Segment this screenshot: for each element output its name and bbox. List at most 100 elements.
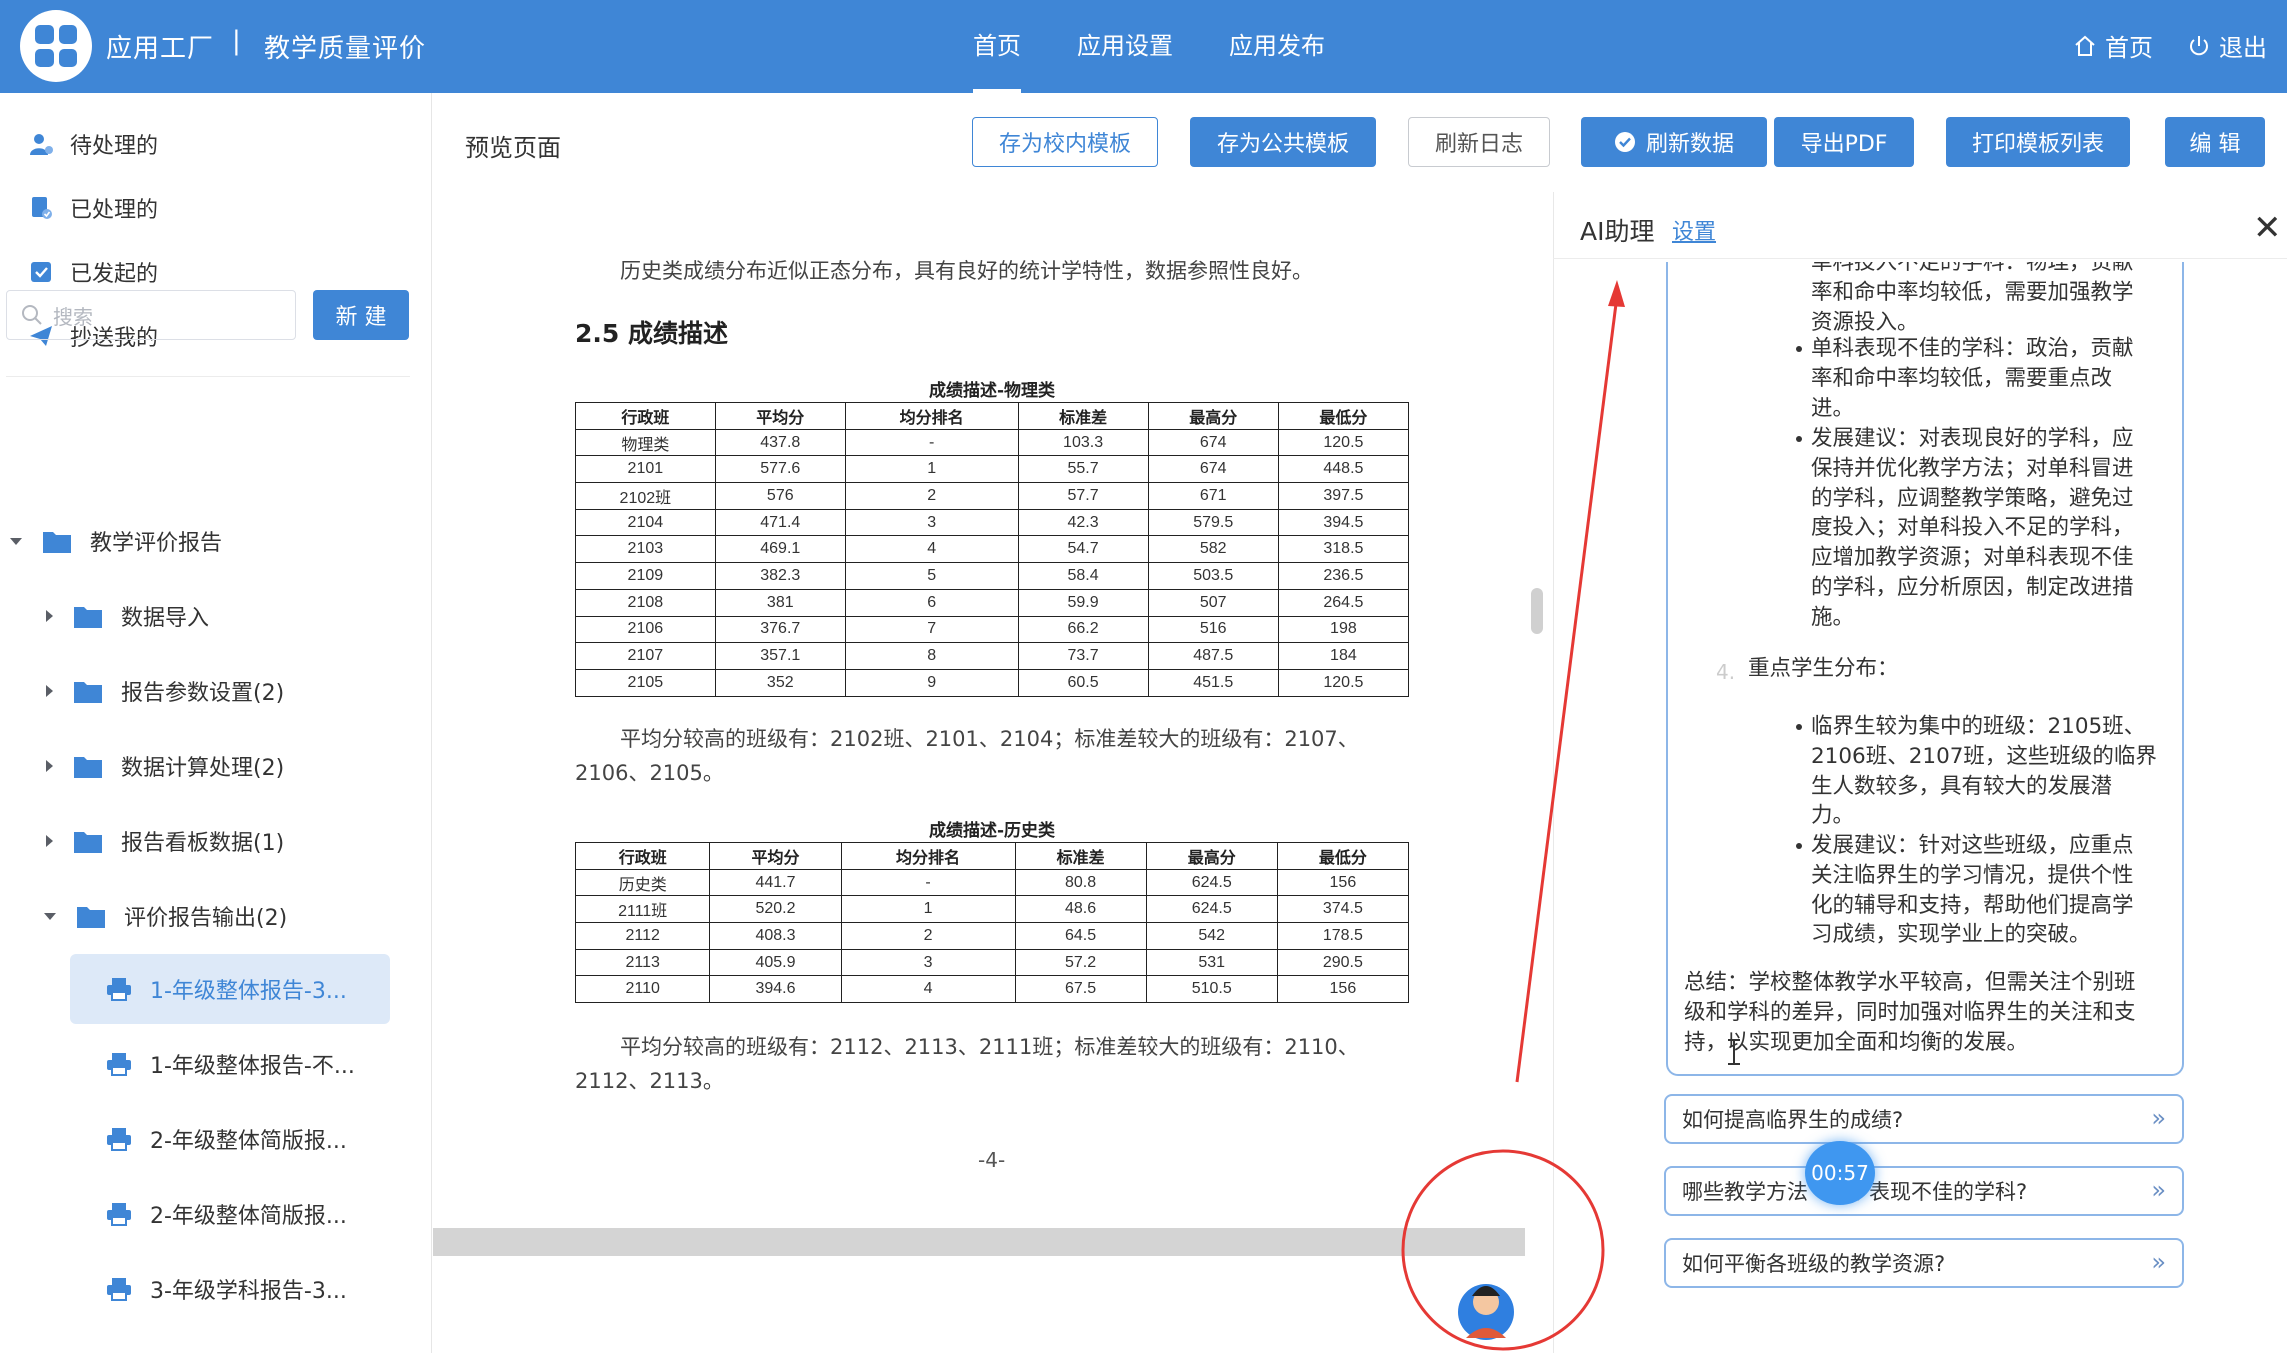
sidebar-link-label: 已处理的: [70, 198, 159, 223]
tree-label: 教学评价报告: [90, 531, 223, 556]
table-row: 2111班 520.2 1 48.6 624.5 374.5: [574, 895, 1410, 924]
table-cell: 357.1: [714, 642, 846, 670]
tree-item-report-params[interactable]: 报告参数设置(2): [46, 675, 284, 707]
grade-table-history: 行政班 平均分 均分排名 标准差 最高分 最低分 历史类 441.7-80.8 624.5 156…: [574, 842, 1410, 1004]
app-subtitle: 教学质量评价: [264, 34, 427, 64]
edit-button[interactable]: 编 辑: [2165, 117, 2265, 167]
brand-separator: |: [232, 26, 241, 56]
chevron-right-icon[interactable]: [46, 835, 53, 847]
doc-section-heading: 2.5 成绩描述: [575, 319, 728, 348]
new-button[interactable]: 新 建: [313, 290, 409, 340]
report-item[interactable]: 2-年级整体简版报...: [70, 1104, 390, 1174]
table-header-row: 行政班 平均分 均分排名 标准差 最高分 最低分: [574, 842, 1410, 870]
table-cell: 579.5: [1147, 508, 1279, 537]
tree-item-dashboard-data[interactable]: 报告看板数据(1): [46, 825, 284, 857]
app-logo[interactable]: [20, 10, 92, 82]
table-row: 2106 376.7 7 66.2 516 198: [575, 615, 1410, 644]
scrollbar-thumb[interactable]: [1531, 588, 1543, 634]
suggestion-button[interactable]: 如何平衡各班级的教学资源? »: [1664, 1238, 2184, 1288]
table-cell: 7: [844, 615, 1019, 644]
table-header-row: 行政班 平均分 均分排名 标准差 最高分 最低分: [575, 402, 1410, 430]
tree-root[interactable]: 教学评价报告: [10, 525, 222, 557]
column-header: 最低分: [1277, 402, 1410, 430]
save-public-template-button[interactable]: 存为公共模板: [1190, 117, 1376, 167]
chevron-down-icon[interactable]: [10, 537, 22, 545]
column-header: 均分排名: [844, 402, 1019, 430]
tree-item-data-import[interactable]: 数据导入: [46, 600, 209, 632]
search-icon: [22, 305, 42, 325]
ai-text-line: 率和命中率均较低，需要重点改: [1811, 365, 2113, 391]
table-row: 2108 381 6 59.9 507 264.5: [575, 588, 1410, 617]
table-cell: 352: [714, 668, 846, 697]
save-school-template-button[interactable]: 存为校内模板: [972, 117, 1158, 167]
ai-text-line: 生人数较多，具有较大的发展潜: [1811, 773, 2113, 799]
table-cell: 2112: [574, 922, 711, 950]
table-cell: 120.5: [1277, 668, 1410, 697]
table-cell: 103.3: [1017, 428, 1149, 457]
table-cell: 376.7: [714, 615, 846, 644]
table-cell: 物理类: [575, 428, 716, 457]
nav-home[interactable]: 首页: [945, 0, 1049, 93]
nav-app-settings[interactable]: 应用设置: [1049, 0, 1201, 93]
logout-label: 退出: [2219, 34, 2267, 62]
home-link[interactable]: 首页: [2073, 28, 2153, 63]
table-cell: 487.5: [1147, 642, 1279, 670]
ai-text-line: 率和命中率均较低，需要加强教学: [1811, 279, 2134, 305]
sidebar-link-pending[interactable]: 待处理的: [28, 128, 158, 160]
tree-label: 报告看板数据(1): [121, 831, 285, 856]
column-header: 平均分: [714, 402, 846, 430]
chevron-right-icon[interactable]: [46, 760, 53, 772]
search-input[interactable]: 搜索: [6, 290, 296, 340]
report-item[interactable]: 1-年级整体报告-不...: [70, 1029, 390, 1099]
refresh-log-button[interactable]: 刷新日志: [1408, 117, 1550, 167]
table-cell: 3: [840, 948, 1016, 977]
sidebar-link-processed[interactable]: 已处理的: [28, 192, 158, 224]
table-cell: 374.5: [1276, 895, 1410, 924]
bullet-dot: [1796, 724, 1802, 730]
ai-text-line: 发展建议：对表现良好的学科，应: [1811, 426, 2134, 451]
report-item[interactable]: 3-年级学科报告-3...: [70, 1254, 390, 1324]
tree-item-report-output[interactable]: 评价报告输出(2): [44, 900, 287, 932]
table-cell: 318.5: [1277, 535, 1410, 564]
report-item[interactable]: 2-年级整体简版报...: [70, 1179, 390, 1249]
doc-paragraph: 平均分较高的班级有：2112、2113、2111班；标准差较大的班级有：2110…: [620, 1035, 1359, 1059]
report-item[interactable]: 1-年级整体报告-3...: [70, 954, 390, 1024]
user-icon: [30, 134, 53, 155]
tree-item-data-calc[interactable]: 数据计算处理(2): [46, 750, 284, 782]
logout-link[interactable]: 退出: [2187, 28, 2267, 63]
table-row: 2109 382.3 5 58.4 503.5 236.5: [575, 562, 1410, 590]
ai-bullet-text: 单科投入不足的学科：物理，贡献 率和命中率均较低，需要加强教学 资源投入。: [1811, 262, 2134, 337]
ai-panel-title: AI助理: [1580, 217, 1655, 246]
report-label: 1-年级整体报告-不...: [150, 1054, 355, 1079]
sidebar-link-initiated[interactable]: 已发起的: [28, 256, 158, 288]
suggestion-button[interactable]: 哪些教学方法 于表现不佳的学科? »: [1664, 1166, 2184, 1216]
doc-paragraph: 历史类成绩分布近似正态分布，具有良好的统计学特性，数据参照性良好。: [620, 259, 1313, 283]
report-label: 3-年级学科报告-3...: [150, 1279, 347, 1304]
ai-settings-link[interactable]: 设置: [1672, 214, 1716, 246]
nav-app-publish[interactable]: 应用发布: [1201, 0, 1353, 93]
page-number: -4-: [978, 1148, 1006, 1172]
chevron-down-icon[interactable]: [44, 912, 56, 920]
table-cell: 42.3: [1017, 508, 1149, 537]
ai-subheading: 重点学生分布：: [1748, 656, 1899, 681]
double-chevron-right-icon: »: [2151, 1248, 2166, 1276]
close-icon[interactable]: ✕: [2253, 208, 2282, 248]
export-pdf-button[interactable]: 导出PDF: [1774, 117, 1914, 167]
page-separator: [433, 1228, 1525, 1256]
table-cell: 2102班: [575, 482, 716, 510]
table-cell: 156: [1276, 975, 1410, 1004]
chevron-right-icon[interactable]: [46, 610, 53, 622]
print-template-list-button[interactable]: 打印模板列表: [1946, 117, 2130, 167]
table-cell: 531: [1145, 948, 1278, 977]
suggestion-button[interactable]: 如何提高临界生的成绩? »: [1664, 1094, 2184, 1144]
assistant-avatar-icon[interactable]: [1458, 1284, 1514, 1340]
table-cell: 394.5: [1277, 508, 1410, 537]
printer-icon: [107, 1278, 131, 1301]
table-row: 2112 408.3 2 64.5 542 178.5: [574, 922, 1410, 950]
table-cell: 156: [1276, 868, 1410, 897]
refresh-data-button[interactable]: 刷新数据: [1581, 117, 1767, 167]
doc-paragraph: 2112、2113。: [575, 1069, 724, 1093]
table-cell: 8: [844, 642, 1019, 670]
recording-timer-badge[interactable]: 00:57: [1805, 1141, 1875, 1205]
chevron-right-icon[interactable]: [46, 685, 53, 697]
